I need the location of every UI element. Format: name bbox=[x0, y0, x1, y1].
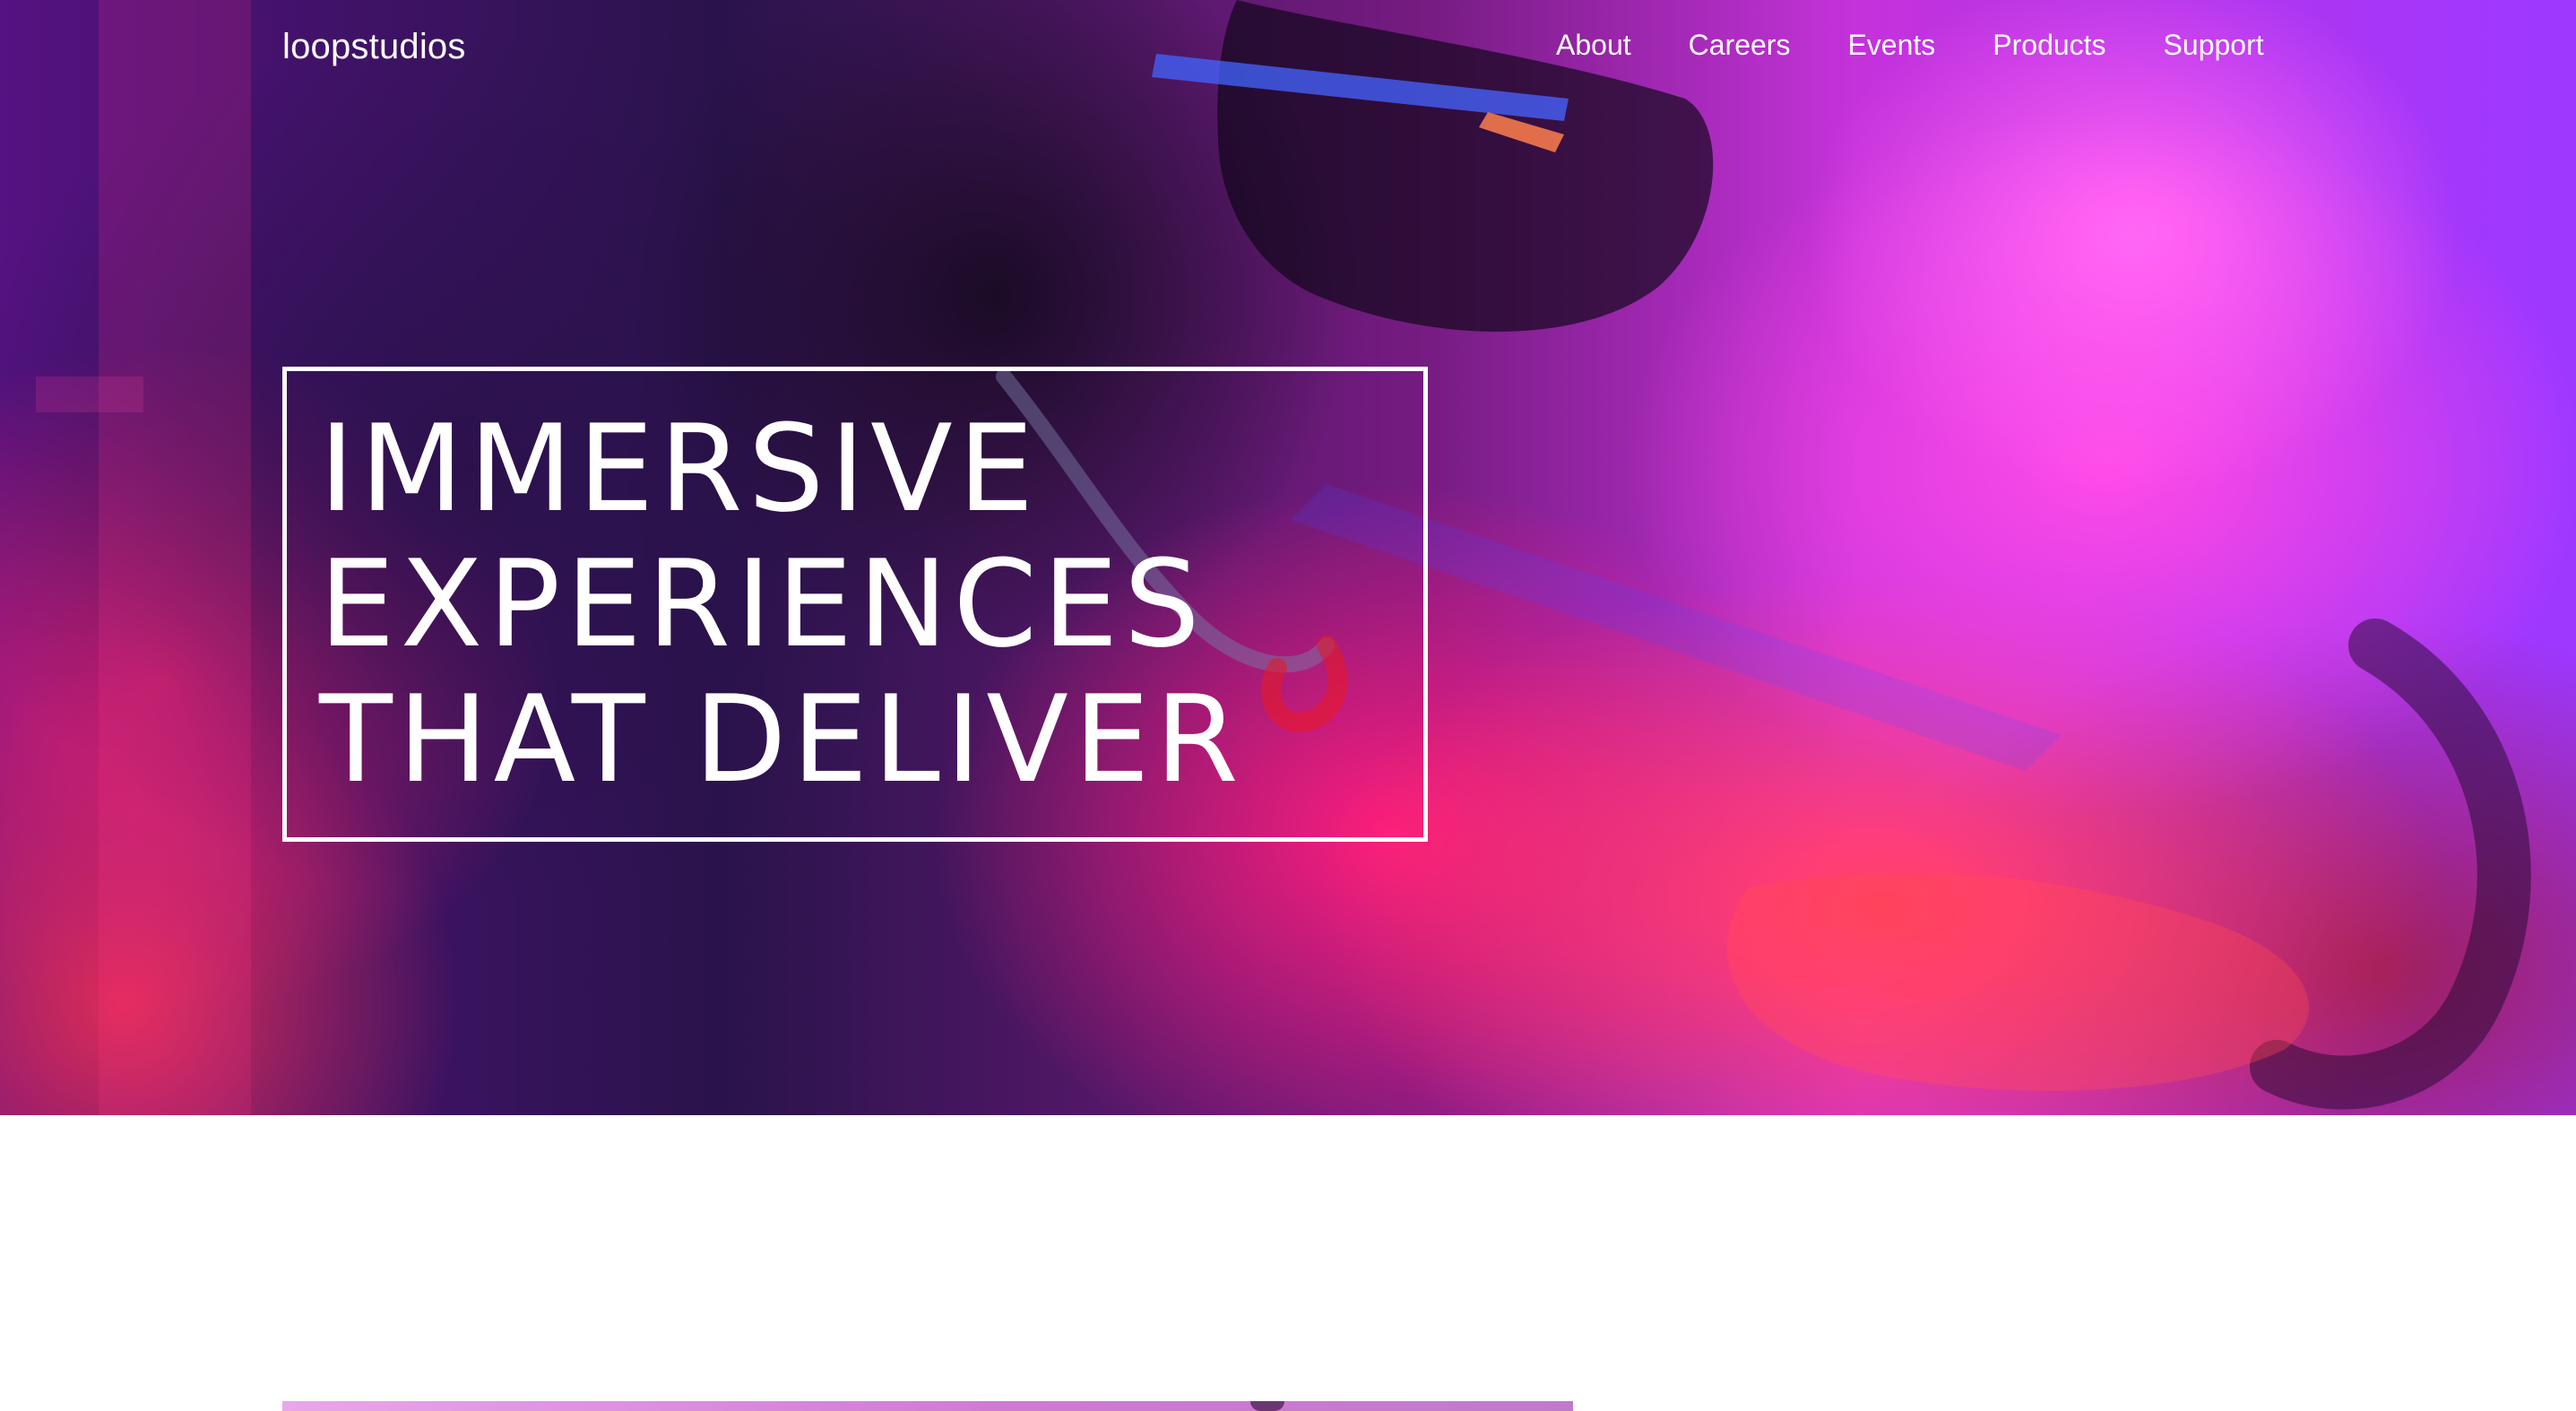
logo[interactable]: loopstudios bbox=[282, 27, 466, 67]
nav-careers[interactable]: Careers bbox=[1689, 30, 1791, 59]
nav-support[interactable]: Support bbox=[2164, 30, 2264, 59]
next-section-image-top bbox=[282, 1401, 1573, 1411]
nav-products[interactable]: Products bbox=[1993, 30, 2105, 59]
nav-events[interactable]: Events bbox=[1847, 30, 1935, 59]
hero-headline: IMMERSIVE EXPERIENCES THAT DELIVER bbox=[319, 399, 1244, 809]
image-edge-shadow bbox=[1250, 1401, 1284, 1411]
top-navigation: loopstudios About Careers Events Product… bbox=[0, 0, 2576, 99]
nav-about[interactable]: About bbox=[1556, 30, 1631, 59]
main-nav: About Careers Events Products Support bbox=[1556, 30, 2264, 59]
hero-headline-box: IMMERSIVE EXPERIENCES THAT DELIVER bbox=[282, 367, 1428, 842]
hero-section: loopstudios About Careers Events Product… bbox=[0, 0, 2576, 1115]
